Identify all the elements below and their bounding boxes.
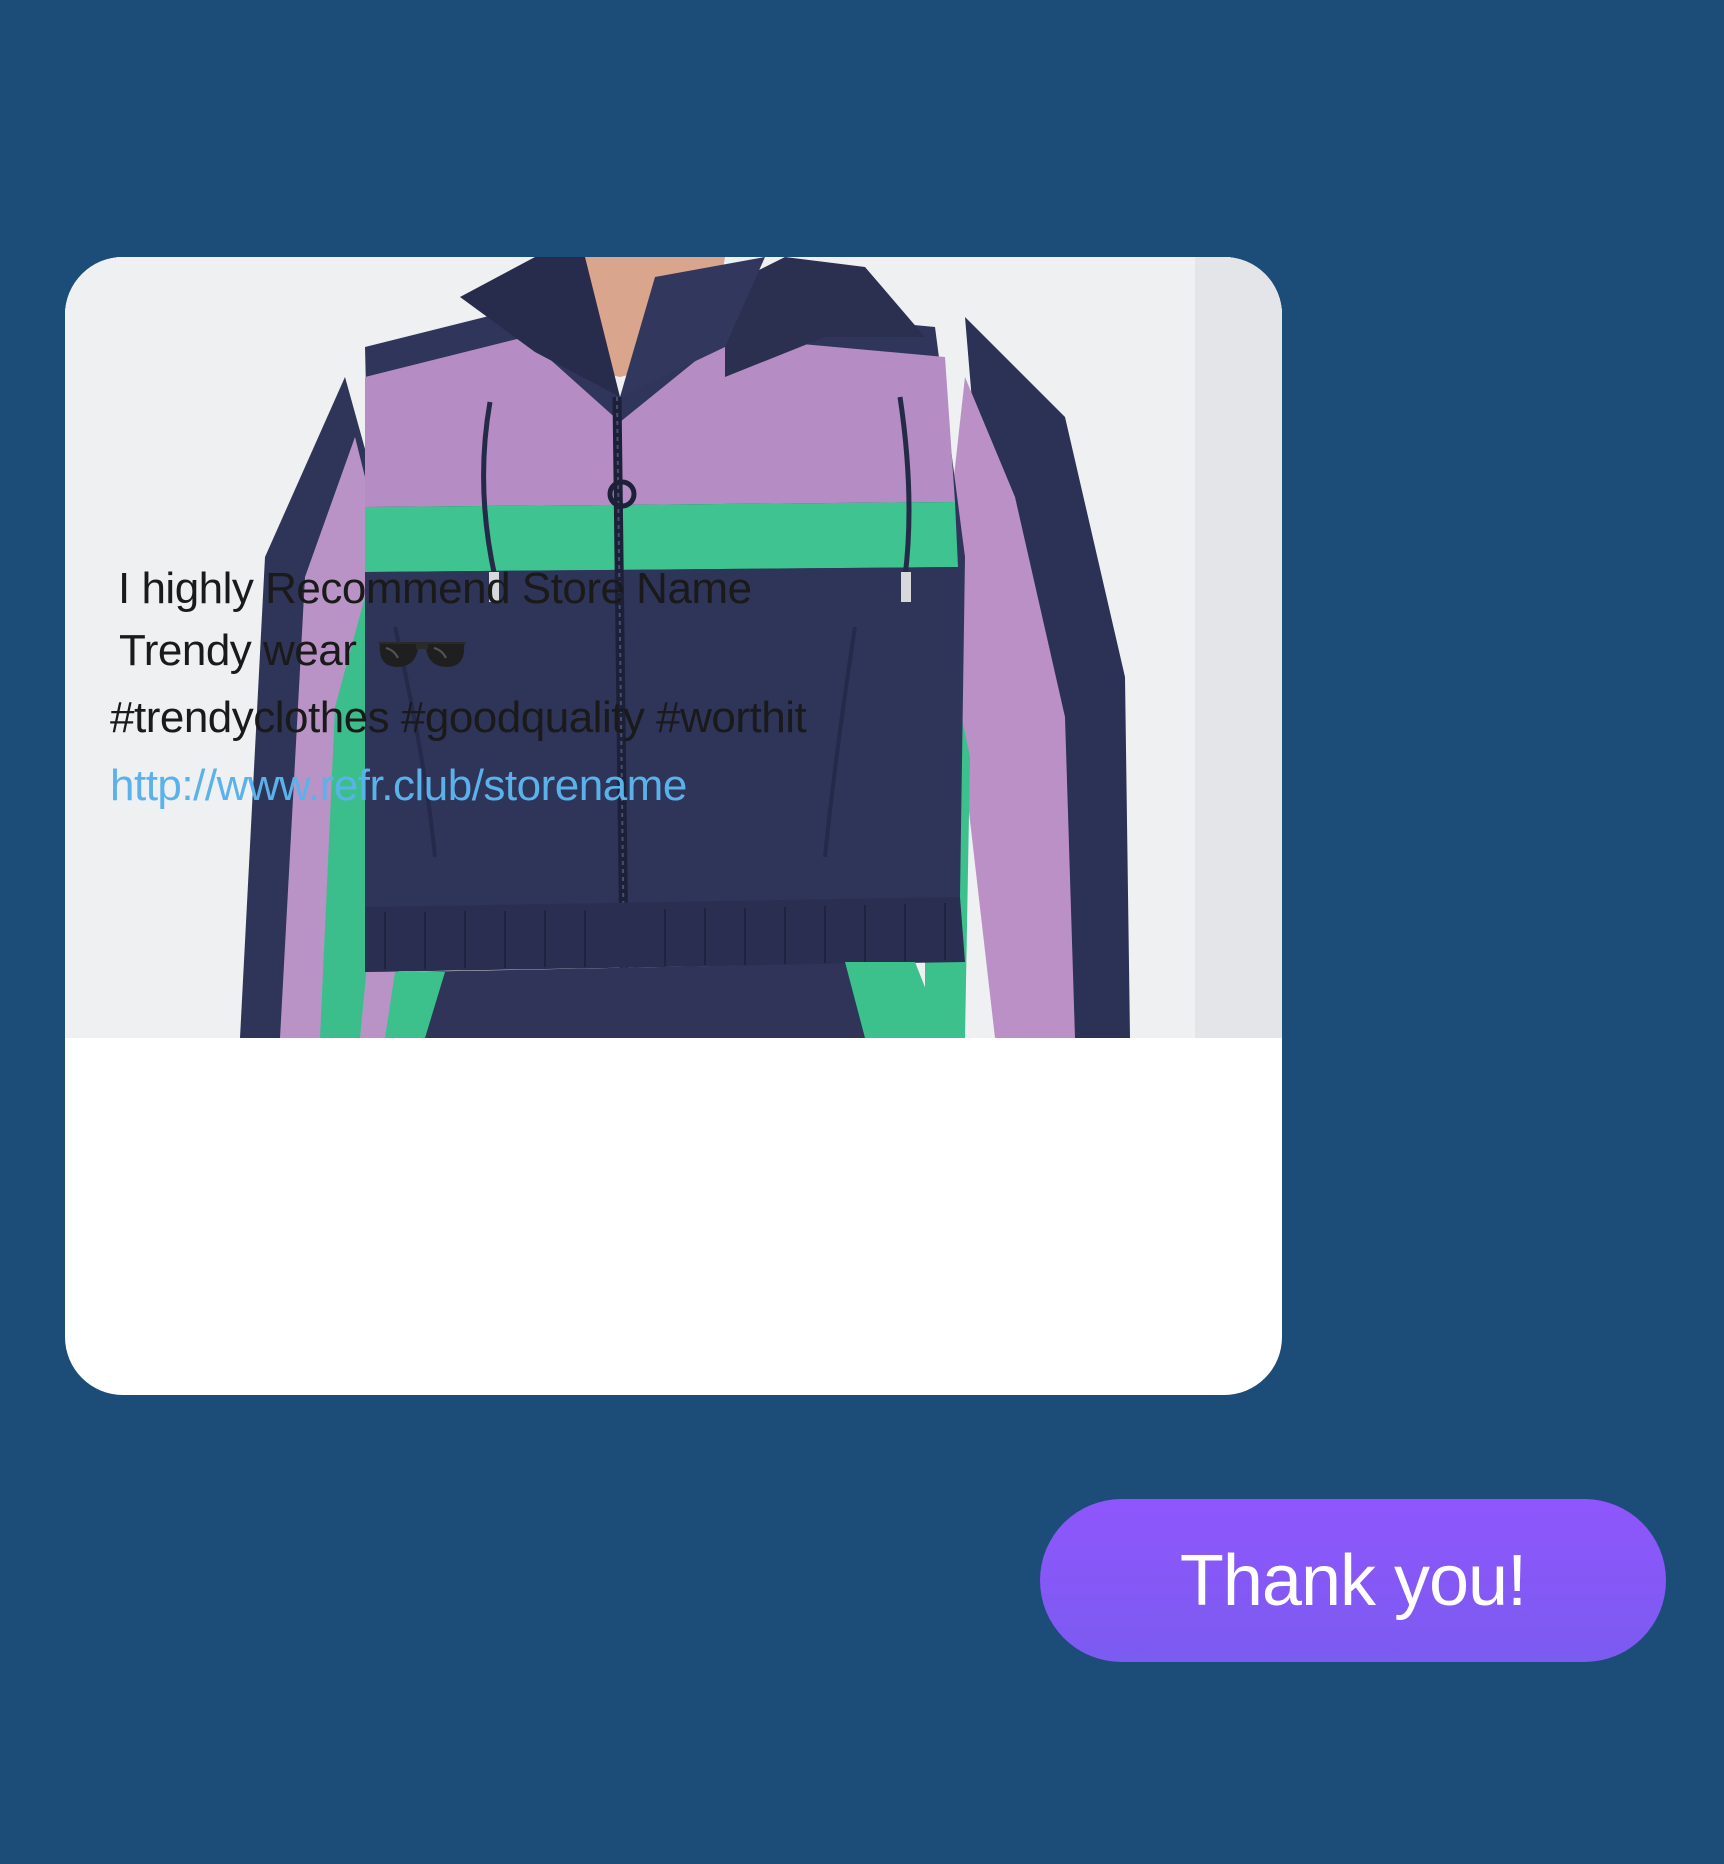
caption-trendy-text: Trendy wear — [119, 626, 357, 675]
shared-post-card[interactable]: I highly Recommend Store Name Trendy wea… — [65, 257, 1282, 1395]
caption-line-recommend: I highly Recommend Store Name — [118, 564, 752, 613]
caption-line-trendy: Trendy wear — [119, 626, 468, 676]
store-link[interactable]: http://www.refr.club/storename — [110, 761, 687, 811]
reply-message-bubble[interactable]: Thank you! — [1040, 1499, 1666, 1662]
caption-hashtags: #trendyclothes #goodquality #worthit — [110, 693, 807, 742]
sunglasses-icon — [378, 642, 467, 668]
